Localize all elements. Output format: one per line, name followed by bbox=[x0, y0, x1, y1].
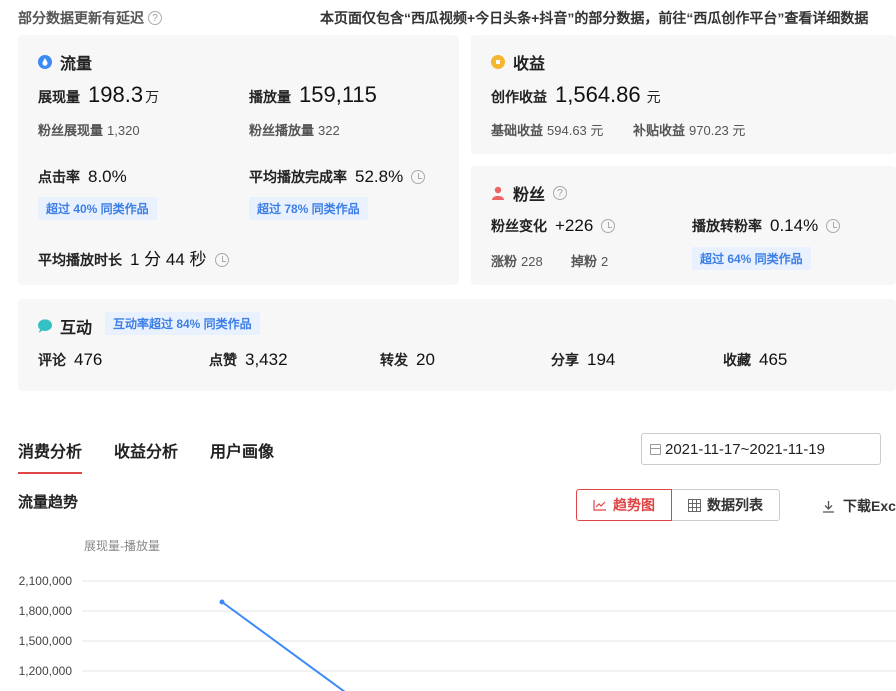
coin-icon bbox=[491, 55, 505, 69]
delay-notice: 部分数据更新有延迟 ? bbox=[18, 8, 162, 28]
fans-loss: 掉粉 2 bbox=[571, 254, 609, 269]
chart-legend-label: 展现量-播放量 bbox=[84, 538, 160, 553]
view-toggle: 趋势图 数据列表 bbox=[576, 489, 780, 521]
traffic-title: 流量 bbox=[38, 50, 92, 74]
fans-gain: 涨粉 228 bbox=[491, 254, 543, 269]
calendar-icon bbox=[650, 443, 661, 455]
completion-metric: 平均播放完成率 52.8% bbox=[249, 167, 426, 187]
ctr-metric: 点击率 8.0% bbox=[38, 167, 127, 186]
interaction-title: 互动 bbox=[38, 314, 92, 338]
fans-change-value: +226 bbox=[555, 216, 594, 235]
conversion-metric: 播放转粉率 0.14% bbox=[692, 216, 841, 236]
download-excel-button[interactable]: 下载Exc bbox=[822, 496, 896, 516]
favorites-metric: 收藏 465 bbox=[723, 350, 788, 369]
plays-metric: 播放量 159,115 bbox=[249, 82, 377, 107]
table-icon bbox=[688, 498, 701, 512]
trend-title: 流量趋势 bbox=[18, 494, 79, 511]
y-tick-label: 1,200,000 bbox=[19, 664, 73, 678]
conversion-value: 0.14% bbox=[770, 216, 819, 235]
avg-duration-metric: 平均播放时长 1 分 44 秒 bbox=[38, 245, 229, 270]
data-point[interactable] bbox=[219, 599, 225, 605]
likes-metric: 点赞 3,432 bbox=[209, 350, 288, 369]
help-icon[interactable]: ? bbox=[553, 186, 568, 200]
scope-notice[interactable]: 本页面仅包含“西瓜视频+今日头条+抖音”的部分数据，前往“西瓜创作平台”查看详细… bbox=[320, 8, 868, 28]
creation-income-metric: 创作收益 1,564.86 元 bbox=[491, 82, 661, 107]
analysis-tabs: 消费分析 收益分析 用户画像 bbox=[18, 438, 274, 474]
date-range-picker[interactable]: 2021-11-17~2021-11-19 bbox=[641, 433, 881, 465]
ctr-badge: 超过 40% 同类作品 bbox=[38, 197, 157, 220]
tab-consumption[interactable]: 消费分析 bbox=[18, 438, 83, 474]
history-icon[interactable] bbox=[411, 170, 426, 184]
conversion-badge: 超过 64% 同类作品 bbox=[692, 247, 811, 270]
fan-plays: 粉丝播放量 322 bbox=[249, 123, 340, 138]
help-icon[interactable]: ? bbox=[148, 11, 162, 25]
shares-metric: 分享 194 bbox=[551, 350, 616, 369]
subsidy-income: 补贴收益 970.23 元 bbox=[633, 123, 746, 138]
history-icon[interactable] bbox=[601, 219, 616, 233]
impressions-value: 198.3 bbox=[88, 82, 144, 107]
income-card: 收益 创作收益 1,564.86 元 基础收益 594.63 元 补贴收益 970.… bbox=[471, 35, 896, 154]
ctr-value: 8.0% bbox=[88, 167, 127, 186]
person-icon bbox=[492, 186, 504, 200]
impressions-metric: 展现量 198.3 万 bbox=[38, 82, 160, 107]
fans-change-metric: 粉丝变化 +226 bbox=[491, 216, 616, 236]
fan-impressions: 粉丝展现量 1,320 bbox=[38, 123, 140, 138]
line-chart-icon bbox=[593, 500, 606, 511]
traffic-trend-chart: 展现量-播放量 2,100,000 1,800,000 1,500,000 1,200… bbox=[19, 538, 896, 691]
y-tick-label: 1,500,000 bbox=[19, 634, 73, 648]
fans-card: 粉丝 ? 粉丝变化 +226 播放转粉率 0.14% 涨粉 228 掉粉 2 超过 … bbox=[471, 166, 896, 285]
date-range-text: 2021-11-17~2021-11-19 bbox=[665, 440, 825, 458]
history-icon[interactable] bbox=[826, 219, 841, 233]
interaction-card: 互动 互动率超过 84% 同类作品 评论 476 点赞 3,432 转发 20 … bbox=[18, 299, 896, 391]
completion-value: 52.8% bbox=[355, 167, 404, 186]
plays-value: 159,115 bbox=[299, 82, 377, 107]
traffic-card: 流量 展现量 198.3 万 播放量 159,115 粉丝展现量 1,320 粉丝… bbox=[18, 35, 459, 285]
download-icon bbox=[823, 500, 834, 513]
notice-bar: 部分数据更新有延迟 ? 本页面仅包含“西瓜视频+今日头条+抖音”的部分数据，前往… bbox=[18, 6, 896, 26]
comments-metric: 评论 476 bbox=[38, 350, 103, 369]
tab-user-profile[interactable]: 用户画像 bbox=[210, 438, 274, 474]
y-tick-label: 2,100,000 bbox=[19, 574, 73, 588]
creation-income-value: 1,564.86 bbox=[555, 82, 641, 107]
data-list-button[interactable]: 数据列表 bbox=[672, 489, 780, 521]
series-line bbox=[221, 601, 346, 691]
interaction-badge: 互动率超过 84% 同类作品 bbox=[105, 312, 260, 335]
avg-duration-value: 1 分 44 秒 bbox=[130, 250, 207, 269]
chat-bubble-icon bbox=[38, 319, 52, 333]
drop-icon bbox=[38, 55, 52, 69]
trend-chart-button[interactable]: 趋势图 bbox=[576, 489, 672, 521]
y-tick-label: 1,800,000 bbox=[19, 604, 73, 618]
completion-badge: 超过 78% 同类作品 bbox=[249, 197, 368, 220]
delay-text: 部分数据更新有延迟 bbox=[18, 10, 144, 26]
tab-income[interactable]: 收益分析 bbox=[114, 438, 178, 474]
history-icon[interactable] bbox=[214, 253, 229, 267]
base-income: 基础收益 594.63 元 bbox=[491, 123, 604, 138]
forwards-metric: 转发 20 bbox=[380, 350, 435, 369]
fans-title: 粉丝 ? bbox=[491, 181, 568, 205]
income-title: 收益 bbox=[491, 50, 545, 74]
